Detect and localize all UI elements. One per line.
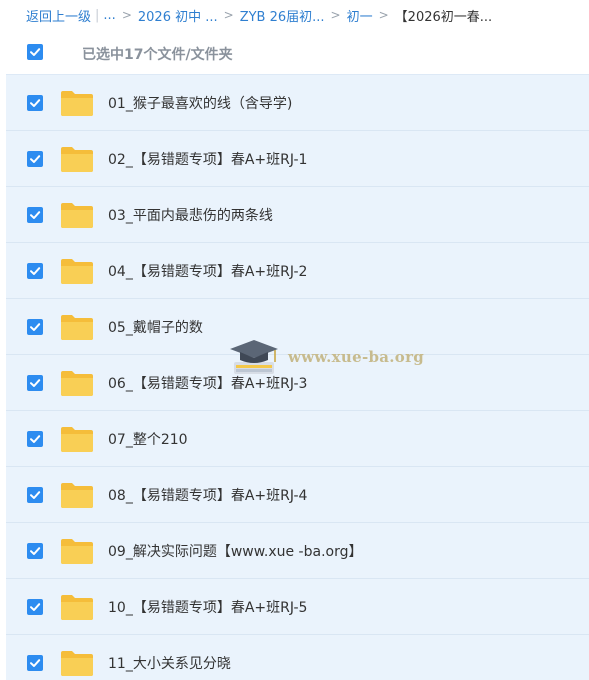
file-row[interactable]: 07_整个210 — [6, 411, 589, 467]
folder-icon — [61, 371, 93, 396]
row-checkbox[interactable] — [27, 95, 43, 111]
file-name[interactable]: 03_平面内最悲伤的两条线 — [108, 205, 273, 225]
checkmark-icon — [30, 379, 41, 387]
row-checkbox[interactable] — [27, 319, 43, 335]
row-checkbox[interactable] — [27, 431, 43, 447]
file-name[interactable]: 11_大小关系见分晓 — [108, 653, 231, 673]
selection-bar: 已选中17个文件/文件夹 — [0, 30, 589, 74]
checkmark-icon — [30, 99, 41, 107]
row-checkbox[interactable] — [27, 487, 43, 503]
breadcrumb-item[interactable]: ZYB 26届初... — [240, 6, 325, 25]
file-name[interactable]: 01_猴子最喜欢的线（含导学) — [108, 93, 292, 113]
folder-icon — [61, 147, 93, 172]
checkmark-icon — [30, 211, 41, 219]
file-row[interactable]: 05_戴帽子的数 — [6, 299, 589, 355]
file-row[interactable]: 06_【易错题专项】春A+班RJ-3 — [6, 355, 589, 411]
checkmark-icon — [30, 491, 41, 499]
checkmark-icon — [30, 267, 41, 275]
breadcrumb-item[interactable]: 2026 初中 ... — [138, 6, 218, 25]
checkmark-icon — [30, 435, 41, 443]
file-list: 01_猴子最喜欢的线（含导学) 02_【易错题专项】春A+班RJ-1 03_平面内最… — [6, 74, 589, 680]
file-row[interactable]: 08_【易错题专项】春A+班RJ-4 — [6, 467, 589, 523]
folder-icon — [61, 651, 93, 676]
file-name[interactable]: 02_【易错题专项】春A+班RJ-1 — [108, 149, 307, 169]
checkmark-icon — [30, 48, 41, 56]
file-row[interactable]: 09_解决实际问题【www.xue -ba.org】 — [6, 523, 589, 579]
back-link[interactable]: 返回上一级 — [26, 6, 91, 25]
file-row[interactable]: 04_【易错题专项】春A+班RJ-2 — [6, 243, 589, 299]
breadcrumb-divider: | — [95, 7, 100, 23]
row-checkbox[interactable] — [27, 375, 43, 391]
folder-icon — [61, 91, 93, 116]
breadcrumb-item[interactable]: 初一 — [347, 6, 373, 25]
breadcrumb: 返回上一级 | ... > 2026 初中 ... > ZYB 26届初... … — [0, 0, 589, 30]
file-name[interactable]: 05_戴帽子的数 — [108, 317, 203, 337]
file-name[interactable]: 10_【易错题专项】春A+班RJ-5 — [108, 597, 307, 617]
row-checkbox[interactable] — [27, 207, 43, 223]
folder-icon — [61, 483, 93, 508]
file-name[interactable]: 07_整个210 — [108, 429, 188, 449]
row-checkbox[interactable] — [27, 151, 43, 167]
file-row[interactable]: 01_猴子最喜欢的线（含导学) — [6, 75, 589, 131]
breadcrumb-current: 【2026初一春... — [394, 9, 493, 25]
row-checkbox[interactable] — [27, 655, 43, 671]
file-name[interactable]: 06_【易错题专项】春A+班RJ-3 — [108, 373, 307, 393]
row-checkbox[interactable] — [27, 263, 43, 279]
file-name[interactable]: 08_【易错题专项】春A+班RJ-4 — [108, 485, 307, 505]
checkmark-icon — [30, 547, 41, 555]
file-name[interactable]: 09_解决实际问题【www.xue -ba.org】 — [108, 541, 362, 561]
row-checkbox[interactable] — [27, 599, 43, 615]
checkmark-icon — [30, 323, 41, 331]
folder-icon — [61, 315, 93, 340]
breadcrumb-separator: > — [223, 8, 234, 22]
breadcrumb-separator: > — [121, 8, 132, 22]
folder-icon — [61, 427, 93, 452]
selection-status: 已选中17个文件/文件夹 — [82, 47, 233, 63]
folder-icon — [61, 203, 93, 228]
checkmark-icon — [30, 603, 41, 611]
row-checkbox[interactable] — [27, 543, 43, 559]
select-all-checkbox[interactable] — [27, 44, 43, 60]
breadcrumb-ellipsis[interactable]: ... — [103, 8, 115, 23]
file-row[interactable]: 10_【易错题专项】春A+班RJ-5 — [6, 579, 589, 635]
folder-icon — [61, 259, 93, 284]
folder-icon — [61, 539, 93, 564]
breadcrumb-separator: > — [330, 8, 341, 22]
file-row[interactable]: 02_【易错题专项】春A+班RJ-1 — [6, 131, 589, 187]
file-row[interactable]: 11_大小关系见分晓 — [6, 635, 589, 680]
checkmark-icon — [30, 659, 41, 667]
file-row[interactable]: 03_平面内最悲伤的两条线 — [6, 187, 589, 243]
folder-icon — [61, 595, 93, 620]
breadcrumb-separator: > — [378, 8, 389, 22]
file-name[interactable]: 04_【易错题专项】春A+班RJ-2 — [108, 261, 307, 281]
checkmark-icon — [30, 155, 41, 163]
